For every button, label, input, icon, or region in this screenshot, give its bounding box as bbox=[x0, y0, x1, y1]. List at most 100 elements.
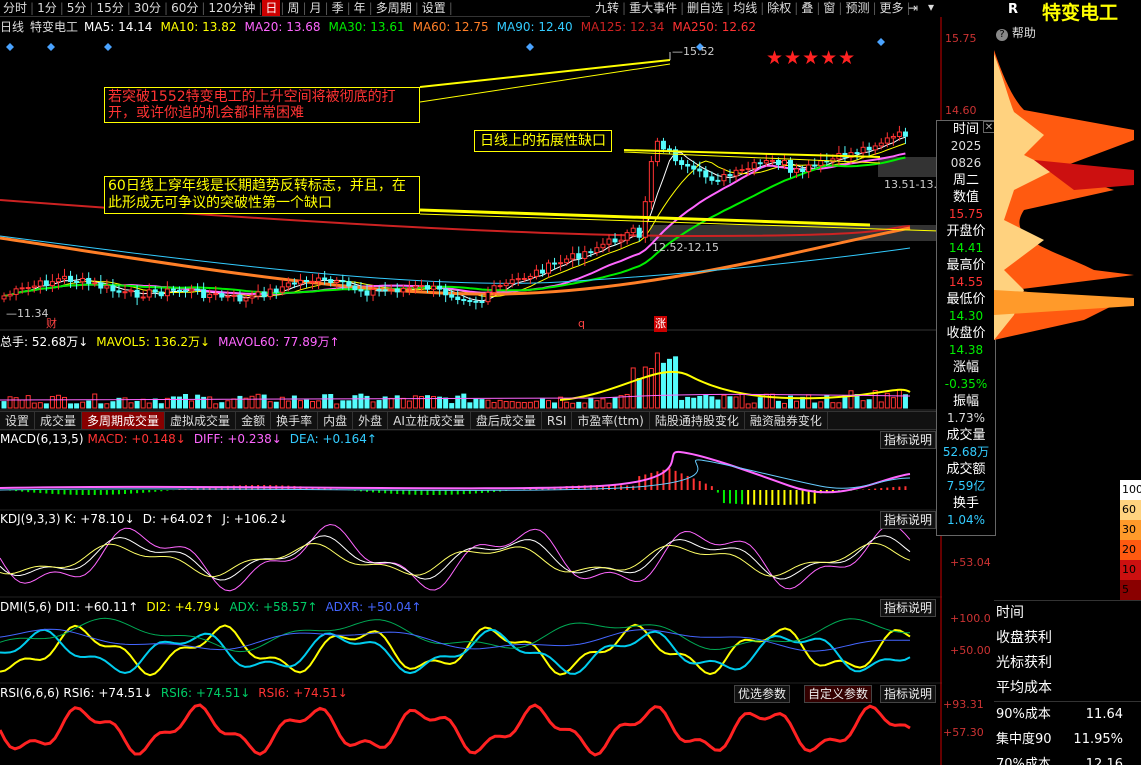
volume-bar bbox=[896, 388, 902, 409]
macd-help-button[interactable]: 指标说明 bbox=[880, 431, 937, 449]
candle-body bbox=[485, 291, 491, 303]
candle-body bbox=[866, 146, 872, 151]
volume-bar bbox=[594, 400, 600, 409]
info-key: 收盘价 bbox=[946, 326, 986, 341]
indicator-tab-8[interactable]: AI立桩成交量 bbox=[388, 412, 471, 429]
volume-bar bbox=[527, 401, 533, 409]
candle-body bbox=[624, 232, 630, 241]
chip-legend-item: 10 bbox=[1120, 560, 1141, 580]
candle-body bbox=[328, 279, 334, 283]
candle-body bbox=[872, 145, 878, 151]
legend-item: DEA: +0.164↑ bbox=[289, 432, 377, 446]
event-mark-q[interactable]: q bbox=[578, 316, 585, 332]
candle-body bbox=[86, 277, 92, 284]
indicator-tab-4[interactable]: 金额 bbox=[236, 412, 272, 429]
candle-body bbox=[588, 251, 594, 254]
volume-bar bbox=[667, 358, 672, 409]
volume-bar bbox=[146, 402, 152, 409]
custom-params-button[interactable]: 自定义参数 bbox=[804, 685, 873, 703]
volume-bar bbox=[189, 400, 195, 409]
candle-body bbox=[443, 288, 449, 296]
indicator-tab-2[interactable]: 多周期成交量 bbox=[82, 412, 166, 429]
candle-body bbox=[219, 293, 225, 298]
info-key: 振幅 bbox=[952, 394, 979, 409]
indicator-tab-6[interactable]: 内盘 bbox=[318, 412, 354, 429]
candle-body bbox=[170, 288, 176, 291]
event-mark-limit-up[interactable]: 涨 bbox=[654, 316, 667, 332]
diff-line bbox=[0, 450, 911, 494]
candle-body bbox=[527, 275, 533, 279]
annotation-gap[interactable]: 日线上的拓展性缺口 bbox=[474, 130, 612, 152]
volume-bar bbox=[660, 362, 666, 409]
legend-item: MACD: +0.148↓ bbox=[87, 432, 186, 446]
volume-bar bbox=[673, 356, 679, 409]
price-low-label: —11.34 bbox=[6, 307, 49, 320]
volume-bar bbox=[62, 396, 67, 409]
indicator-tab-3[interactable]: 虚拟成交量 bbox=[165, 412, 237, 429]
preset-params-button[interactable]: 优选参数 bbox=[734, 685, 791, 703]
indicator-tab-10[interactable]: RSI bbox=[542, 412, 573, 429]
rsi-help-button[interactable]: 指标说明 bbox=[880, 685, 937, 703]
kdj-help-button[interactable]: 指标说明 bbox=[880, 511, 937, 529]
candle-body bbox=[878, 142, 884, 147]
candle-body bbox=[189, 288, 195, 292]
legend-item: MAVOL60: 77.89万↑ bbox=[218, 335, 340, 349]
volume-bar bbox=[43, 403, 49, 409]
indicator-tab-9[interactable]: 盘后成交量 bbox=[471, 412, 542, 429]
volume-bar bbox=[757, 397, 763, 409]
legend-item: DI2: +4.79↓ bbox=[146, 600, 222, 614]
candle-body bbox=[733, 169, 739, 177]
info-key: 周二 bbox=[952, 173, 979, 188]
indicator-tab-13[interactable]: 融资融券变化 bbox=[745, 412, 828, 429]
rsi-line bbox=[0, 703, 911, 757]
indicator-tab-0[interactable]: 设置 bbox=[0, 412, 36, 429]
volume-bar bbox=[134, 400, 140, 409]
annotation-ma-cross[interactable]: 60日线上穿年线是长期趋势反转标志，并且，在此形成无可争议的突破性第一个缺口 bbox=[104, 176, 420, 214]
volume-bar bbox=[225, 400, 231, 409]
volume-bar bbox=[316, 400, 322, 409]
dmi-axis-mid: +50.00 bbox=[950, 644, 991, 657]
volume-bar bbox=[794, 400, 800, 409]
candle-body bbox=[304, 279, 309, 283]
legend-item: 总手: 52.68万↓ bbox=[0, 335, 89, 349]
indicator-tab-11[interactable]: 市盈率(ttm) bbox=[572, 412, 650, 429]
volume-bar bbox=[158, 403, 164, 409]
signal-diamond bbox=[104, 43, 112, 51]
candle-body bbox=[183, 290, 188, 293]
candle-body bbox=[467, 300, 473, 303]
legend-item: ADX: +58.57↑ bbox=[229, 600, 318, 614]
volume-bar bbox=[558, 396, 564, 409]
dmi-help-button[interactable]: 指标说明 bbox=[880, 599, 937, 617]
macd-legend: MACD(6,13,5) MACD: +0.148↓ DIFF: +0.238↓ DE… bbox=[0, 431, 385, 447]
candle-body bbox=[1, 295, 7, 300]
info-value: 52.68万 bbox=[942, 445, 990, 459]
candle-body bbox=[812, 164, 818, 167]
signal-diamond bbox=[6, 43, 14, 51]
help-link[interactable]: ? 帮助 bbox=[996, 24, 1036, 41]
legend-item: D: +64.02↑ bbox=[142, 512, 215, 526]
candle-body bbox=[558, 262, 564, 265]
price-right-label: 13.51-13. bbox=[884, 178, 937, 191]
candle-body bbox=[92, 282, 98, 285]
volume-bar bbox=[310, 401, 316, 409]
event-mark-finance[interactable]: 财 bbox=[46, 316, 57, 332]
annotation-breakout[interactable]: 若突破1552特变电工的上升空间将被彻底的打开，或许你追的机会都非常困难 bbox=[104, 87, 420, 123]
candle-body bbox=[860, 146, 866, 154]
candle-body bbox=[334, 280, 340, 283]
candle-body bbox=[491, 285, 497, 293]
volume-bar bbox=[231, 398, 237, 409]
indicator-tab-1[interactable]: 成交量 bbox=[35, 412, 83, 429]
indicator-tab-12[interactable]: 陆股通持股变化 bbox=[650, 412, 745, 429]
info-value: 14.41 bbox=[948, 241, 984, 255]
chip-legend-item: 60 bbox=[1120, 500, 1141, 520]
indicator-tab-7[interactable]: 外盘 bbox=[353, 412, 389, 429]
info-value: 15.75 bbox=[948, 207, 984, 221]
candle-body bbox=[352, 285, 358, 291]
volume-bar bbox=[297, 400, 303, 409]
indicator-tab-5[interactable]: 换手率 bbox=[271, 412, 319, 429]
volume-bar bbox=[485, 399, 491, 409]
candle-body bbox=[231, 294, 237, 297]
chip-stat-label: 光标获利 bbox=[996, 655, 1052, 671]
candle-body bbox=[255, 291, 261, 297]
volume-bar bbox=[576, 401, 582, 409]
